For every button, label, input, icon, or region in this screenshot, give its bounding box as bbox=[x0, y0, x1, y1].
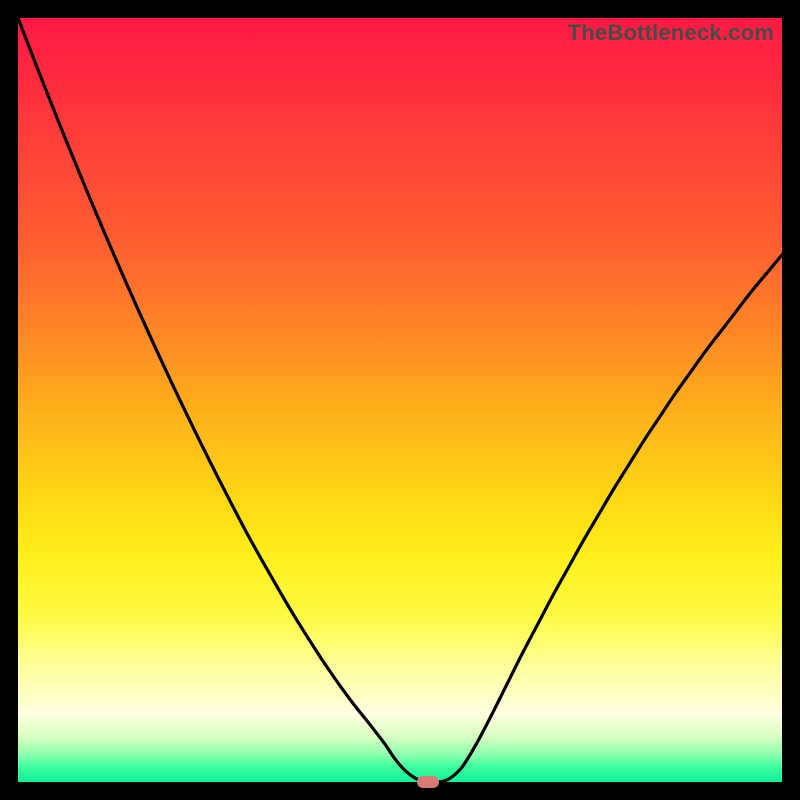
chart-plot-area: TheBottleneck.com bbox=[18, 18, 782, 782]
chart-frame: TheBottleneck.com bbox=[0, 0, 800, 800]
bottleneck-curve bbox=[18, 18, 782, 782]
optimum-marker bbox=[417, 776, 439, 788]
curve-path bbox=[18, 18, 782, 782]
